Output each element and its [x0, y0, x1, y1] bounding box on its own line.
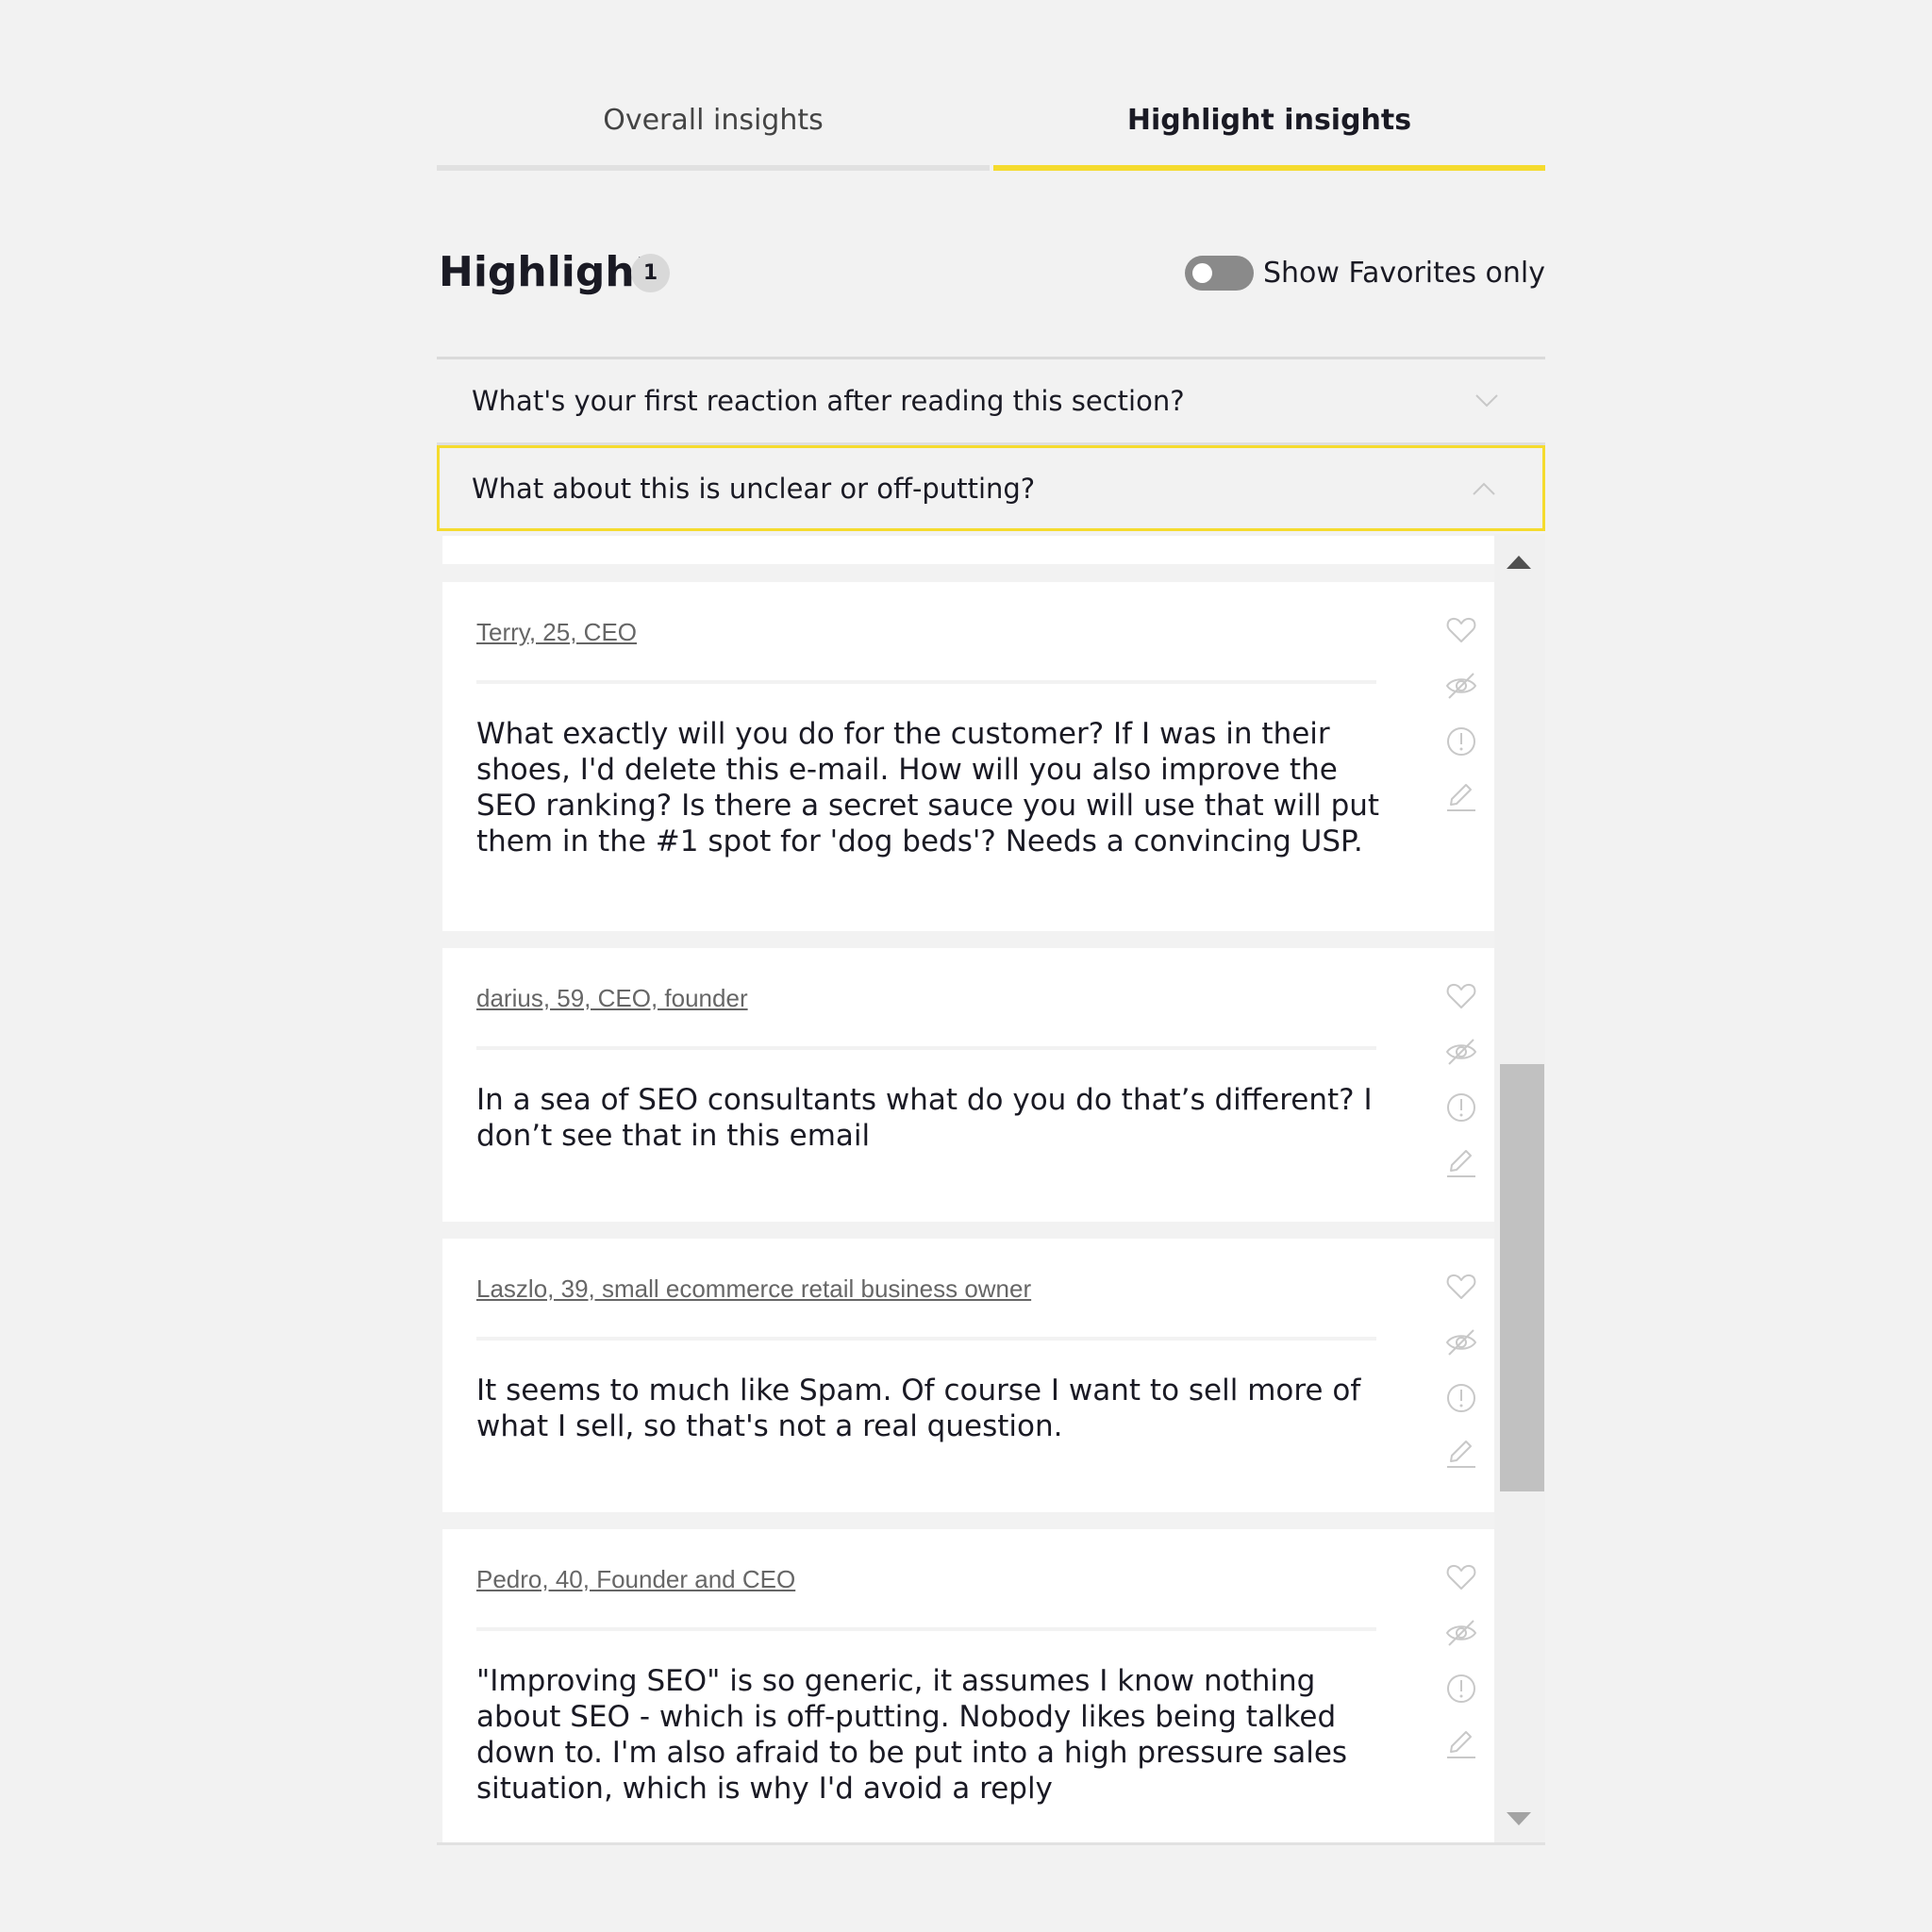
card-divider: [476, 1627, 1376, 1631]
eye-off-icon[interactable]: [1445, 1326, 1477, 1358]
response-text: What exactly will you do for the custome…: [476, 717, 1380, 858]
heart-icon[interactable]: [1445, 1271, 1477, 1303]
respondent-link[interactable]: Terry, 25, CEO: [476, 618, 637, 647]
response-card: Pedro, 40, Founder and CEO "Improving SE…: [442, 1529, 1494, 1842]
alert-circle-icon[interactable]: [1445, 1673, 1477, 1705]
card-divider: [476, 1046, 1376, 1050]
chevron-down-icon: [1475, 394, 1498, 408]
vertical-scrollbar[interactable]: [1494, 534, 1545, 1842]
count-badge: 1: [631, 254, 670, 292]
show-favorites-toggle[interactable]: Show Favorites only: [1185, 243, 1545, 302]
heart-icon[interactable]: [1445, 1561, 1477, 1593]
pencil-icon[interactable]: [1445, 1437, 1477, 1469]
toggle-switch[interactable]: [1185, 255, 1254, 291]
alert-circle-icon[interactable]: [1445, 1382, 1477, 1414]
page-title: Highlight: [439, 248, 655, 296]
alert-circle-icon[interactable]: [1445, 1091, 1477, 1124]
response-card: darius, 59, CEO, founder In a sea of SEO…: [442, 948, 1494, 1222]
eye-off-icon[interactable]: [1445, 1617, 1477, 1649]
respondent-link[interactable]: darius, 59, CEO, founder: [476, 984, 748, 1013]
card-divider: [476, 680, 1376, 684]
respondent-link[interactable]: Pedro, 40, Founder and CEO: [476, 1565, 795, 1594]
accordion-question: What about this is unclear or off-puttin…: [472, 472, 1036, 505]
toggle-label: Show Favorites only: [1263, 256, 1545, 290]
eye-off-icon[interactable]: [1445, 1036, 1477, 1068]
accordion-item-first-reaction[interactable]: What's your first reaction after reading…: [437, 359, 1545, 445]
toggle-knob: [1192, 262, 1212, 283]
response-text: It seems to much like Spam. Of course I …: [476, 1374, 1361, 1443]
response-card: Terry, 25, CEO What exactly will you do …: [442, 582, 1494, 931]
pencil-icon[interactable]: [1445, 1727, 1477, 1759]
tab-label: Overall insights: [603, 104, 824, 137]
alert-circle-icon[interactable]: [1445, 725, 1477, 758]
tab-underline: [437, 165, 990, 171]
response-text: "Improving SEO" is so generic, it assume…: [476, 1664, 1348, 1806]
responses-list: Terry, 25, CEO What exactly will you do …: [437, 534, 1545, 1845]
response-card: Laszlo, 39, small ecommerce retail busin…: [442, 1239, 1494, 1512]
tab-label: Highlight insights: [1126, 104, 1412, 137]
pencil-icon[interactable]: [1445, 1146, 1477, 1178]
card-divider: [476, 1337, 1376, 1341]
insights-tabs: Overall insights Highlight insights: [437, 94, 1545, 172]
tab-active-underline: [993, 165, 1545, 171]
heart-icon[interactable]: [1445, 614, 1477, 646]
questions-accordion: What's your first reaction after reading…: [437, 357, 1545, 531]
scroll-down-arrow-icon[interactable]: [1506, 1811, 1532, 1826]
accordion-question: What's your first reaction after reading…: [472, 385, 1185, 417]
pencil-icon[interactable]: [1445, 780, 1477, 812]
scroll-up-arrow-icon[interactable]: [1506, 555, 1532, 570]
response-card-partial: [442, 536, 1494, 564]
tab-highlight-insights[interactable]: Highlight insights: [993, 94, 1545, 172]
highlight-header: Highlight 1 Show Favorites only: [437, 243, 1545, 302]
scrollbar-thumb[interactable]: [1500, 1064, 1544, 1491]
chevron-up-icon: [1473, 482, 1495, 495]
tab-overall-insights[interactable]: Overall insights: [437, 94, 990, 172]
accordion-item-unclear[interactable]: What about this is unclear or off-puttin…: [437, 445, 1545, 531]
response-text: In a sea of SEO consultants what do you …: [476, 1083, 1373, 1153]
eye-off-icon[interactable]: [1445, 670, 1477, 702]
respondent-link[interactable]: Laszlo, 39, small ecommerce retail busin…: [476, 1274, 1031, 1304]
heart-icon[interactable]: [1445, 980, 1477, 1012]
